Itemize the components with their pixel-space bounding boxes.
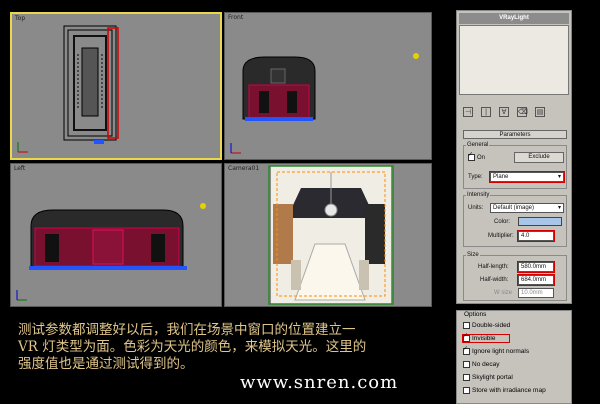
half-length-label: Half-length: xyxy=(478,264,509,270)
size-group: Size Half-length: 580.0mm Half-width: 68… xyxy=(463,252,567,301)
option-ignore-light-normals[interactable]: Ignore light normals xyxy=(463,345,530,356)
units-label: Units: xyxy=(468,205,484,211)
axis-gizmo-icon xyxy=(17,142,28,153)
axis-gizmo-icon xyxy=(16,290,27,301)
command-panel: VRayLight ⊣ | ∀ ⌫ ▤ Parameters General O… xyxy=(456,10,572,304)
option-label: Invisible xyxy=(472,335,496,343)
viewport-front[interactable]: Front xyxy=(224,12,432,160)
front-view-geometry xyxy=(242,56,316,121)
remove-modifier-icon[interactable]: ⌫ xyxy=(517,107,528,117)
on-checkbox-row[interactable]: On xyxy=(468,151,486,162)
option-label: Ignore light normals xyxy=(472,348,530,356)
type-label: Type: xyxy=(468,174,483,180)
group-label: Size xyxy=(466,252,480,258)
multiplier-input[interactable]: 4.0 xyxy=(517,230,555,242)
general-group: General On Exclude Type: Plane ▾ xyxy=(463,142,567,189)
half-width-input[interactable]: 684.0mm xyxy=(517,274,555,286)
parameters-rollout-header[interactable]: Parameters xyxy=(463,130,567,139)
w-size-input[interactable]: 10.0mm xyxy=(518,288,554,298)
show-end-result-icon[interactable]: | xyxy=(481,107,491,117)
half-length-input[interactable]: 580.0mm xyxy=(517,261,555,273)
rollout-title: Parameters xyxy=(499,132,531,138)
make-unique-icon[interactable]: ∀ xyxy=(499,107,509,117)
option-double-sided[interactable]: Double-sided xyxy=(463,322,510,329)
checkbox[interactable] xyxy=(463,322,470,329)
viewport-left[interactable]: Left xyxy=(10,163,222,307)
w-size-label: W size xyxy=(494,290,512,296)
on-label: On xyxy=(477,155,486,162)
exclude-button[interactable]: Exclude xyxy=(514,152,564,163)
caption-line: VR 灯类型为面。色彩为天光的颜色，来模拟天光。这里的 xyxy=(18,339,367,355)
checkbox[interactable] xyxy=(463,374,470,381)
camera-view-render xyxy=(268,165,394,305)
group-label: Options xyxy=(463,311,488,318)
group-label: General xyxy=(466,142,490,148)
option-skylight-portal[interactable]: Skylight portal xyxy=(463,374,513,381)
checkbox[interactable] xyxy=(463,332,470,342)
units-value: Default (image) xyxy=(493,205,535,211)
object-list[interactable] xyxy=(459,25,569,95)
chevron-down-icon: ▾ xyxy=(557,205,561,211)
pin-stack-icon[interactable]: ⊣ xyxy=(463,107,473,117)
checkbox[interactable] xyxy=(463,361,470,368)
object-name-field[interactable]: VRayLight xyxy=(459,13,569,24)
option-label: Store with irradiance map xyxy=(472,387,546,395)
viewport-camera[interactable]: Camera01 xyxy=(224,163,432,307)
type-dropdown[interactable]: Plane ▾ xyxy=(489,171,565,183)
axis-gizmo-icon xyxy=(230,143,241,154)
tutorial-caption: 测试参数都调整好以后，我们在场景中窗口的位置建立一 VR 灯类型为面。色彩为天光… xyxy=(18,322,438,373)
option-store-irradiance[interactable]: Store with irradiance map xyxy=(463,387,546,394)
option-label: No decay xyxy=(472,361,500,369)
option-no-decay[interactable]: No decay xyxy=(463,361,499,368)
light-marker-icon xyxy=(413,53,419,59)
half-width-label: Half-width: xyxy=(480,277,509,283)
light-marker-icon xyxy=(200,203,206,209)
options-panel: Options Double-sided Invisible Ignore li… xyxy=(456,310,572,404)
intensity-group: Intensity Units: Default (image) ▾ Color… xyxy=(463,192,567,247)
on-checkbox[interactable] xyxy=(468,151,475,161)
viewport-top[interactable]: Top xyxy=(10,12,222,160)
option-invisible[interactable]: Invisible xyxy=(461,332,511,344)
multiplier-label: Multiplier: xyxy=(488,233,514,239)
type-value: Plane xyxy=(493,174,509,180)
checkbox[interactable] xyxy=(463,387,470,394)
color-swatch[interactable] xyxy=(518,217,562,226)
caption-line: 测试参数都调整好以后，我们在场景中窗口的位置建立一 xyxy=(18,322,356,338)
group-label: Intensity xyxy=(466,192,491,198)
color-label: Color: xyxy=(494,219,511,225)
modifier-toolbar: ⊣ | ∀ ⌫ ▤ xyxy=(459,103,569,121)
checkbox[interactable] xyxy=(463,345,470,355)
units-dropdown[interactable]: Default (image) ▾ xyxy=(490,203,564,213)
site-watermark: www.snren.com xyxy=(240,372,399,393)
option-label: Double-sided xyxy=(472,322,511,330)
option-label: Skylight portal xyxy=(472,374,513,382)
left-view-geometry xyxy=(29,209,187,270)
configure-sets-icon[interactable]: ▤ xyxy=(535,107,545,117)
chevron-down-icon: ▾ xyxy=(557,174,561,180)
top-view-geometry xyxy=(63,25,119,144)
caption-line: 强度值也是通过测试得到的。 xyxy=(18,356,194,372)
